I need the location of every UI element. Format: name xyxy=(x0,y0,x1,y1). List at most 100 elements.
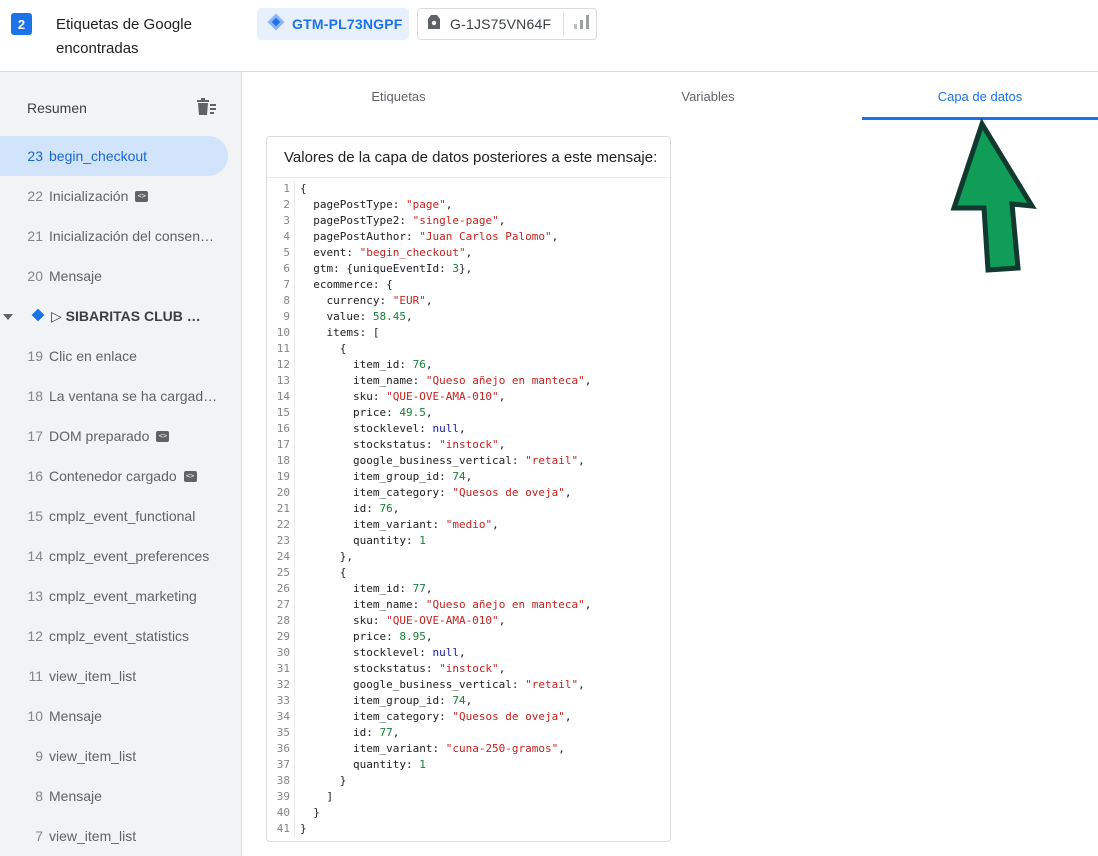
code-line: 33 item_group_id: 74, xyxy=(267,693,670,709)
event-label: cmplz_event_preferences xyxy=(49,548,210,564)
code-line: 20 item_category: "Quesos de oveja", xyxy=(267,485,670,501)
code-line: 39 ] xyxy=(267,789,670,805)
event-number: 15 xyxy=(27,508,43,524)
event-number: 20 xyxy=(27,268,43,284)
code-line: 11 { xyxy=(267,341,670,357)
code-line: 16 stocklevel: null, xyxy=(267,421,670,437)
sidebar-event-item[interactable]: 8 Mensaje xyxy=(0,776,228,816)
code-line: 29 price: 8.95, xyxy=(267,629,670,645)
code-line: 3 pagePostType2: "single-page", xyxy=(267,213,670,229)
line-number: 33 xyxy=(267,693,295,709)
sidebar-event-item[interactable]: 23 begin_checkout xyxy=(0,136,228,176)
tab-variables[interactable]: Variables xyxy=(554,72,862,120)
line-number: 22 xyxy=(267,517,295,533)
sidebar-title: Resumen xyxy=(27,100,87,116)
sidebar-event-item[interactable]: 15 cmplz_event_functional xyxy=(0,496,228,536)
detail-tabs: Etiquetas Variables Capa de datos xyxy=(243,72,1098,120)
line-number: 8 xyxy=(267,293,295,309)
event-label: begin_checkout xyxy=(49,148,148,164)
code-icon: <> xyxy=(135,190,149,202)
clear-list-icon[interactable] xyxy=(195,98,217,121)
code-text: item_name: "Queso añejo en manteca", xyxy=(300,374,592,387)
code-text: google_business_vertical: "retail", xyxy=(300,454,585,467)
sidebar-event-item[interactable]: 7 view_item_list xyxy=(0,816,228,856)
code-line: 36 item_variant: "cuna-250-gramos", xyxy=(267,741,670,757)
code-line: 18 google_business_vertical: "retail", xyxy=(267,453,670,469)
code-text: quantity: 1 xyxy=(300,534,426,547)
code-line: 8 currency: "EUR", xyxy=(267,293,670,309)
sidebar-event-item[interactable]: 13 cmplz_event_marketing xyxy=(0,576,228,616)
code-text: { xyxy=(300,182,307,195)
line-number: 11 xyxy=(267,341,295,357)
event-number: 13 xyxy=(27,588,43,604)
code-line: 13 item_name: "Queso añejo en manteca", xyxy=(267,373,670,389)
code-text: item_group_id: 74, xyxy=(300,694,473,707)
sidebar-event-item[interactable]: 18 La ventana se ha cargad… xyxy=(0,376,228,416)
tab-etiquetas[interactable]: Etiquetas xyxy=(243,72,554,120)
line-number: 29 xyxy=(267,629,295,645)
code-line: 41} xyxy=(267,821,670,837)
sidebar-event-item[interactable]: 22 Inicialización <> xyxy=(0,176,228,216)
line-number: 17 xyxy=(267,437,295,453)
event-label: Mensaje xyxy=(49,788,102,804)
ga-property-chip[interactable]: G-1JS75VN64F xyxy=(417,8,597,40)
code-line: 23 quantity: 1 xyxy=(267,533,670,549)
line-number: 38 xyxy=(267,773,295,789)
code-text: item_id: 76, xyxy=(300,358,433,371)
sidebar-event-item[interactable]: 21 Inicialización del consen… xyxy=(0,216,228,256)
event-number: 7 xyxy=(35,828,43,844)
tab-capa-de-datos[interactable]: Capa de datos xyxy=(862,72,1098,120)
code-line: 5 event: "begin_checkout", xyxy=(267,245,670,261)
line-number: 5 xyxy=(267,245,295,261)
sidebar-event-item[interactable]: 11 view_item_list xyxy=(0,656,228,696)
ga-property-id: G-1JS75VN64F xyxy=(450,16,552,32)
code-line: 25 { xyxy=(267,565,670,581)
datalayer-code-block[interactable]: 1{2 pagePostType: "page", 3 pagePostType2… xyxy=(267,181,670,837)
sidebar-group-row[interactable]: ▷ SIBARITAS CLUB ◁ T… xyxy=(0,296,228,336)
sidebar-event-item[interactable]: 20 Mensaje xyxy=(0,256,228,296)
sidebar-event-item[interactable]: 14 cmplz_event_preferences xyxy=(0,536,228,576)
sidebar-event-item[interactable]: 16 Contenedor cargado <> xyxy=(0,456,228,496)
sidebar-event-item[interactable]: 17 DOM preparado <> xyxy=(0,416,228,456)
code-text: } xyxy=(300,806,320,819)
code-line: 28 sku: "QUE-OVE-AMA-010", xyxy=(267,613,670,629)
code-icon: <> xyxy=(183,470,197,482)
line-number: 7 xyxy=(267,277,295,293)
page-title: Etiquetas de Google encontradas xyxy=(56,16,192,57)
code-text: google_business_vertical: "retail", xyxy=(300,678,585,691)
expand-caret-icon[interactable] xyxy=(3,308,13,324)
code-line: 14 sku: "QUE-OVE-AMA-010", xyxy=(267,389,670,405)
code-line: 17 stockstatus: "instock", xyxy=(267,437,670,453)
line-number: 2 xyxy=(267,197,295,213)
code-text: pagePostAuthor: "Juan Carlos Palomo", xyxy=(300,230,559,243)
line-number: 32 xyxy=(267,677,295,693)
code-line: 38 } xyxy=(267,773,670,789)
code-text: } xyxy=(300,774,347,787)
code-text: sku: "QUE-OVE-AMA-010", xyxy=(300,614,506,627)
line-number: 18 xyxy=(267,453,295,469)
code-text: item_variant: "cuna-250-gramos", xyxy=(300,742,565,755)
event-number: 14 xyxy=(27,548,43,564)
sidebar-event-item[interactable]: 12 cmplz_event_statistics xyxy=(0,616,228,656)
code-text: ] xyxy=(300,790,334,803)
event-label: Inicialización del consen… xyxy=(49,228,214,244)
event-label: cmplz_event_functional xyxy=(49,508,196,524)
code-line: 1{ xyxy=(267,181,670,197)
gtm-container-chip[interactable]: GTM-PL73NGPF xyxy=(257,8,409,40)
line-number: 24 xyxy=(267,549,295,565)
sidebar-event-item[interactable]: 10 Mensaje xyxy=(0,696,228,736)
tags-count-badge: 2 xyxy=(11,13,32,35)
event-label: cmplz_event_statistics xyxy=(49,628,190,644)
line-number: 26 xyxy=(267,581,295,597)
sidebar-event-item[interactable]: 9 view_item_list xyxy=(0,736,228,776)
gtm-diamond-icon xyxy=(267,13,285,36)
code-text: id: 77, xyxy=(300,726,400,739)
line-number: 3 xyxy=(267,213,295,229)
sidebar-event-item[interactable]: 19 Clic en enlace xyxy=(0,336,228,376)
line-number: 14 xyxy=(267,389,295,405)
gtm-diamond-icon xyxy=(31,308,45,325)
code-line: 7 ecommerce: { xyxy=(267,277,670,293)
code-text: pagePostType2: "single-page", xyxy=(300,214,506,227)
line-number: 36 xyxy=(267,741,295,757)
code-line: 24 }, xyxy=(267,549,670,565)
